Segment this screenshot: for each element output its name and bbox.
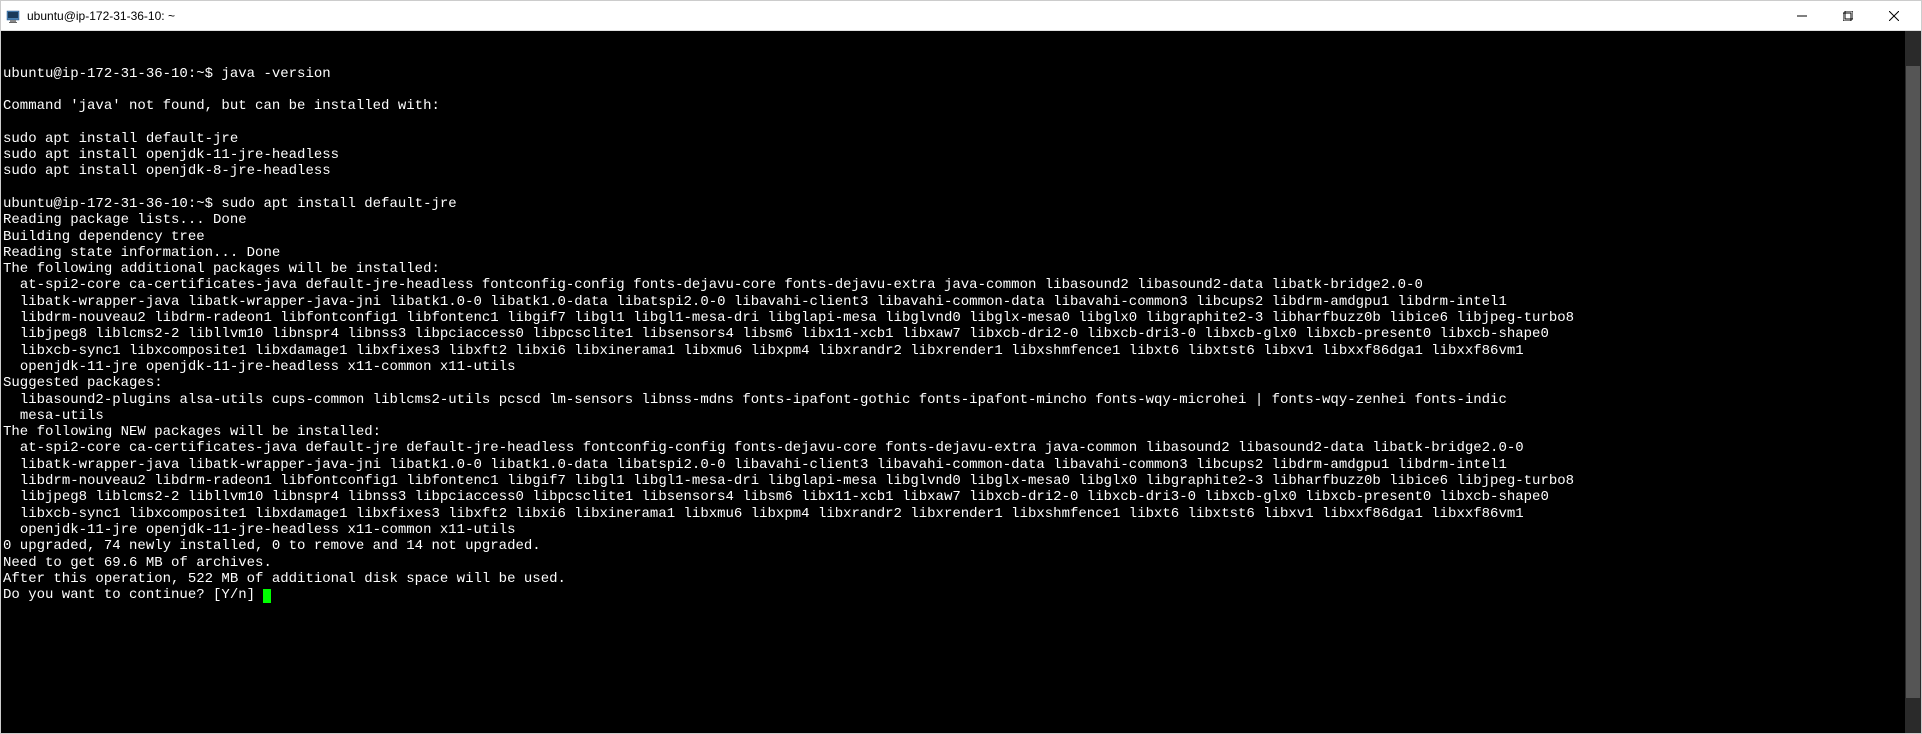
close-button[interactable] bbox=[1871, 1, 1917, 31]
maximize-button[interactable] bbox=[1825, 1, 1871, 31]
minimize-button[interactable] bbox=[1779, 1, 1825, 31]
putty-window: ubuntu@ip-172-31-36-10: ~ ubuntu@ip-172-… bbox=[0, 0, 1922, 734]
cursor bbox=[263, 589, 271, 603]
terminal-output: ubuntu@ip-172-31-36-10:~$ java -version … bbox=[3, 66, 1919, 604]
putty-icon bbox=[5, 8, 21, 24]
window-title: ubuntu@ip-172-31-36-10: ~ bbox=[27, 9, 1779, 23]
terminal[interactable]: ubuntu@ip-172-31-36-10:~$ java -version … bbox=[1, 31, 1921, 733]
scrollbar[interactable] bbox=[1905, 31, 1921, 733]
scrollbar-thumb[interactable] bbox=[1906, 66, 1920, 698]
window-controls bbox=[1779, 1, 1917, 31]
titlebar[interactable]: ubuntu@ip-172-31-36-10: ~ bbox=[1, 1, 1921, 31]
